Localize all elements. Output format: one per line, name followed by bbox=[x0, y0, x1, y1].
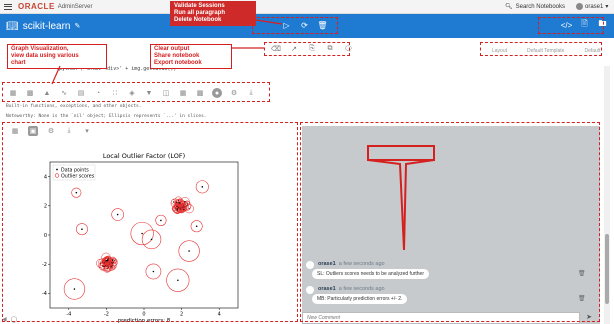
annotation-arrows bbox=[51, 19, 435, 251]
